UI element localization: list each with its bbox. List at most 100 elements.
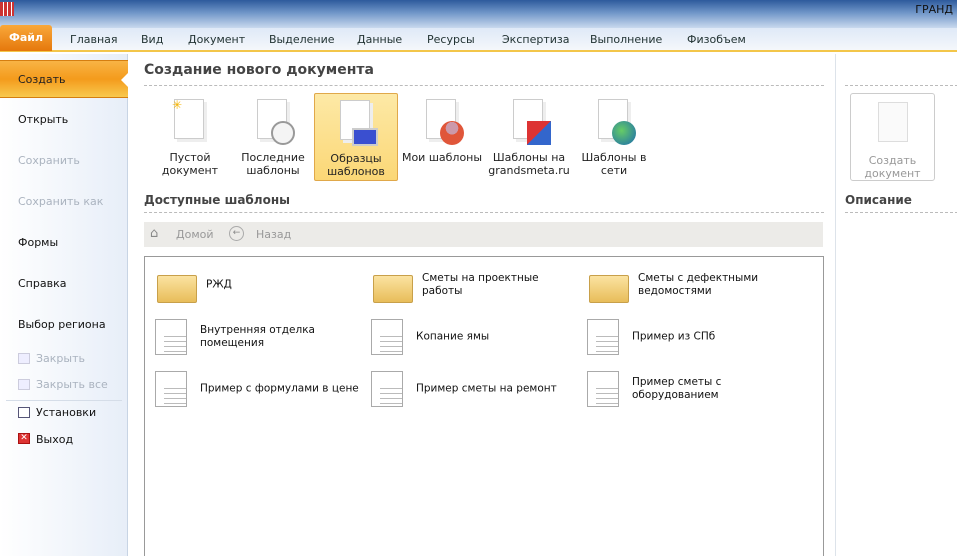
sidebar-item-save-as[interactable]: Сохранить как — [18, 195, 103, 208]
list-item[interactable]: Пример с формулами в цене — [145, 367, 359, 411]
button-label: шаблоны — [246, 164, 300, 177]
divider — [845, 85, 957, 86]
back-arrow-icon[interactable]: ← — [229, 226, 244, 241]
tab-file[interactable]: Файл — [0, 25, 52, 51]
title-bar: ГРАНД — [0, 0, 957, 28]
sidebar-item-close[interactable]: Закрыть — [36, 352, 85, 365]
settings-icon — [18, 407, 30, 418]
template-list: РЖД Сметы на проектные работы Сметы с де… — [144, 256, 824, 556]
blank-document-button[interactable]: ✳ Пустой документ — [148, 93, 232, 181]
online-templates-button[interactable]: Шаблоны в сети — [572, 93, 656, 181]
sidebar-item-close-all[interactable]: Закрыть все — [36, 378, 108, 391]
clock-icon — [253, 99, 295, 147]
tab-selection[interactable]: Выделение — [269, 33, 335, 46]
sidebar-item-region[interactable]: Выбор региона — [18, 318, 106, 331]
computer-icon — [336, 100, 378, 148]
spreadsheet-icon — [587, 371, 619, 407]
button-label: документ — [864, 167, 921, 180]
divider — [144, 212, 824, 213]
button-label: шаблонов — [327, 165, 385, 178]
backstage-sidebar: Создать Открыть Сохранить Сохранить как … — [0, 54, 129, 556]
sidebar-item-label: Создать — [18, 73, 66, 86]
button-label: Шаблоны в — [581, 151, 647, 164]
list-item[interactable]: РЖД — [151, 263, 361, 307]
item-label: Сметы с дефектными ведомостями — [638, 272, 759, 297]
list-item[interactable]: Сметы на проектные работы — [367, 263, 577, 307]
list-item[interactable]: Пример из СПб — [577, 315, 787, 359]
document-icon — [877, 102, 908, 142]
item-label: Пример из СПб — [632, 330, 716, 343]
sidebar-item-create[interactable]: Создать — [0, 60, 129, 98]
blank-document-icon: ✳ — [170, 99, 210, 147]
item-label: Пример сметы на ремонт — [416, 382, 557, 395]
button-label: grandsmeta.ru — [488, 164, 570, 177]
spreadsheet-icon — [155, 371, 187, 407]
template-nav-bar: ⌂ Домой ← Назад — [144, 222, 823, 247]
spreadsheet-icon — [155, 319, 187, 355]
tab-execution[interactable]: Выполнение — [590, 33, 662, 46]
sidebar-item-open[interactable]: Открыть — [18, 113, 68, 126]
sidebar-item-save[interactable]: Сохранить — [18, 154, 80, 167]
sidebar-item-forms[interactable]: Формы — [18, 236, 58, 249]
list-item[interactable]: Пример сметы на ремонт — [361, 367, 571, 411]
button-label: сети — [600, 164, 628, 177]
list-item[interactable]: Копание ямы — [361, 315, 571, 359]
grandsmeta-templates-button[interactable]: Шаблоны на grandsmeta.ru — [487, 93, 571, 181]
button-label: документ — [161, 164, 219, 177]
available-templates-heading: Доступные шаблоны — [144, 193, 290, 207]
folder-icon — [157, 275, 197, 303]
sidebar-item-help[interactable]: Справка — [18, 277, 66, 290]
button-label: Создать — [868, 154, 917, 167]
tab-data[interactable]: Данные — [357, 33, 402, 46]
recent-templates-button[interactable]: Последние шаблоны — [231, 93, 315, 181]
folder-close-icon — [18, 353, 30, 364]
app-icon[interactable] — [0, 2, 14, 16]
item-label: Копание ямы — [416, 330, 490, 343]
ribbon-tabs: Главная Вид Документ Выделение Данные Ре… — [0, 28, 957, 52]
create-document-button[interactable]: Создать документ — [850, 93, 935, 181]
folder-icon — [589, 275, 629, 303]
divider — [6, 400, 122, 401]
sidebar-item-exit[interactable]: Выход — [36, 433, 73, 446]
folder-icon — [373, 275, 413, 303]
divider — [144, 85, 824, 86]
item-label: Пример сметы с оборудованием — [632, 376, 722, 401]
item-label: Сметы на проектные работы — [422, 272, 539, 297]
back-link[interactable]: Назад — [256, 228, 291, 241]
item-label: Пример с формулами в цене — [200, 382, 359, 395]
item-label: РЖД — [206, 278, 232, 291]
item-label: Внутренняя отделка помещения — [200, 324, 315, 349]
window-title: ГРАНД — [915, 3, 953, 16]
tab-resources[interactable]: Ресурсы — [427, 33, 475, 46]
folder-close-all-icon — [18, 379, 30, 390]
tab-view[interactable]: Вид — [141, 33, 163, 46]
sample-templates-button[interactable]: Образцы шаблонов — [314, 93, 398, 181]
globe-icon — [594, 99, 636, 147]
spreadsheet-icon — [587, 319, 619, 355]
list-item[interactable]: Пример сметы с оборудованием — [577, 367, 787, 411]
button-label: Пустой — [169, 151, 211, 164]
sidebar-item-settings[interactable]: Установки — [36, 406, 96, 419]
button-label: Мои шаблоны — [401, 151, 483, 164]
divider — [845, 212, 957, 213]
user-icon — [422, 99, 464, 147]
list-item[interactable]: Внутренняя отделка помещения — [145, 315, 355, 359]
spreadsheet-icon — [371, 371, 403, 407]
preview-panel: Создать документ Описание — [835, 54, 957, 556]
tab-physvolume[interactable]: Физобъем — [687, 33, 746, 46]
button-label: Последние — [241, 151, 305, 164]
exit-icon: ✕ — [18, 433, 30, 444]
my-templates-button[interactable]: Мои шаблоны — [400, 93, 484, 181]
description-heading: Описание — [845, 193, 912, 207]
home-icon[interactable]: ⌂ — [150, 226, 158, 241]
button-label: Образцы — [330, 152, 382, 165]
page-title: Создание нового документа — [144, 62, 374, 78]
cubes-icon — [509, 99, 551, 147]
tab-document[interactable]: Документ — [188, 33, 245, 46]
home-link[interactable]: Домой — [176, 228, 214, 241]
button-label: Шаблоны на — [492, 151, 566, 164]
list-item[interactable]: Сметы с дефектными ведомостями — [583, 263, 793, 307]
tab-home[interactable]: Главная — [70, 33, 118, 46]
spreadsheet-icon — [371, 319, 403, 355]
tab-expertise[interactable]: Экспертиза — [502, 33, 569, 46]
